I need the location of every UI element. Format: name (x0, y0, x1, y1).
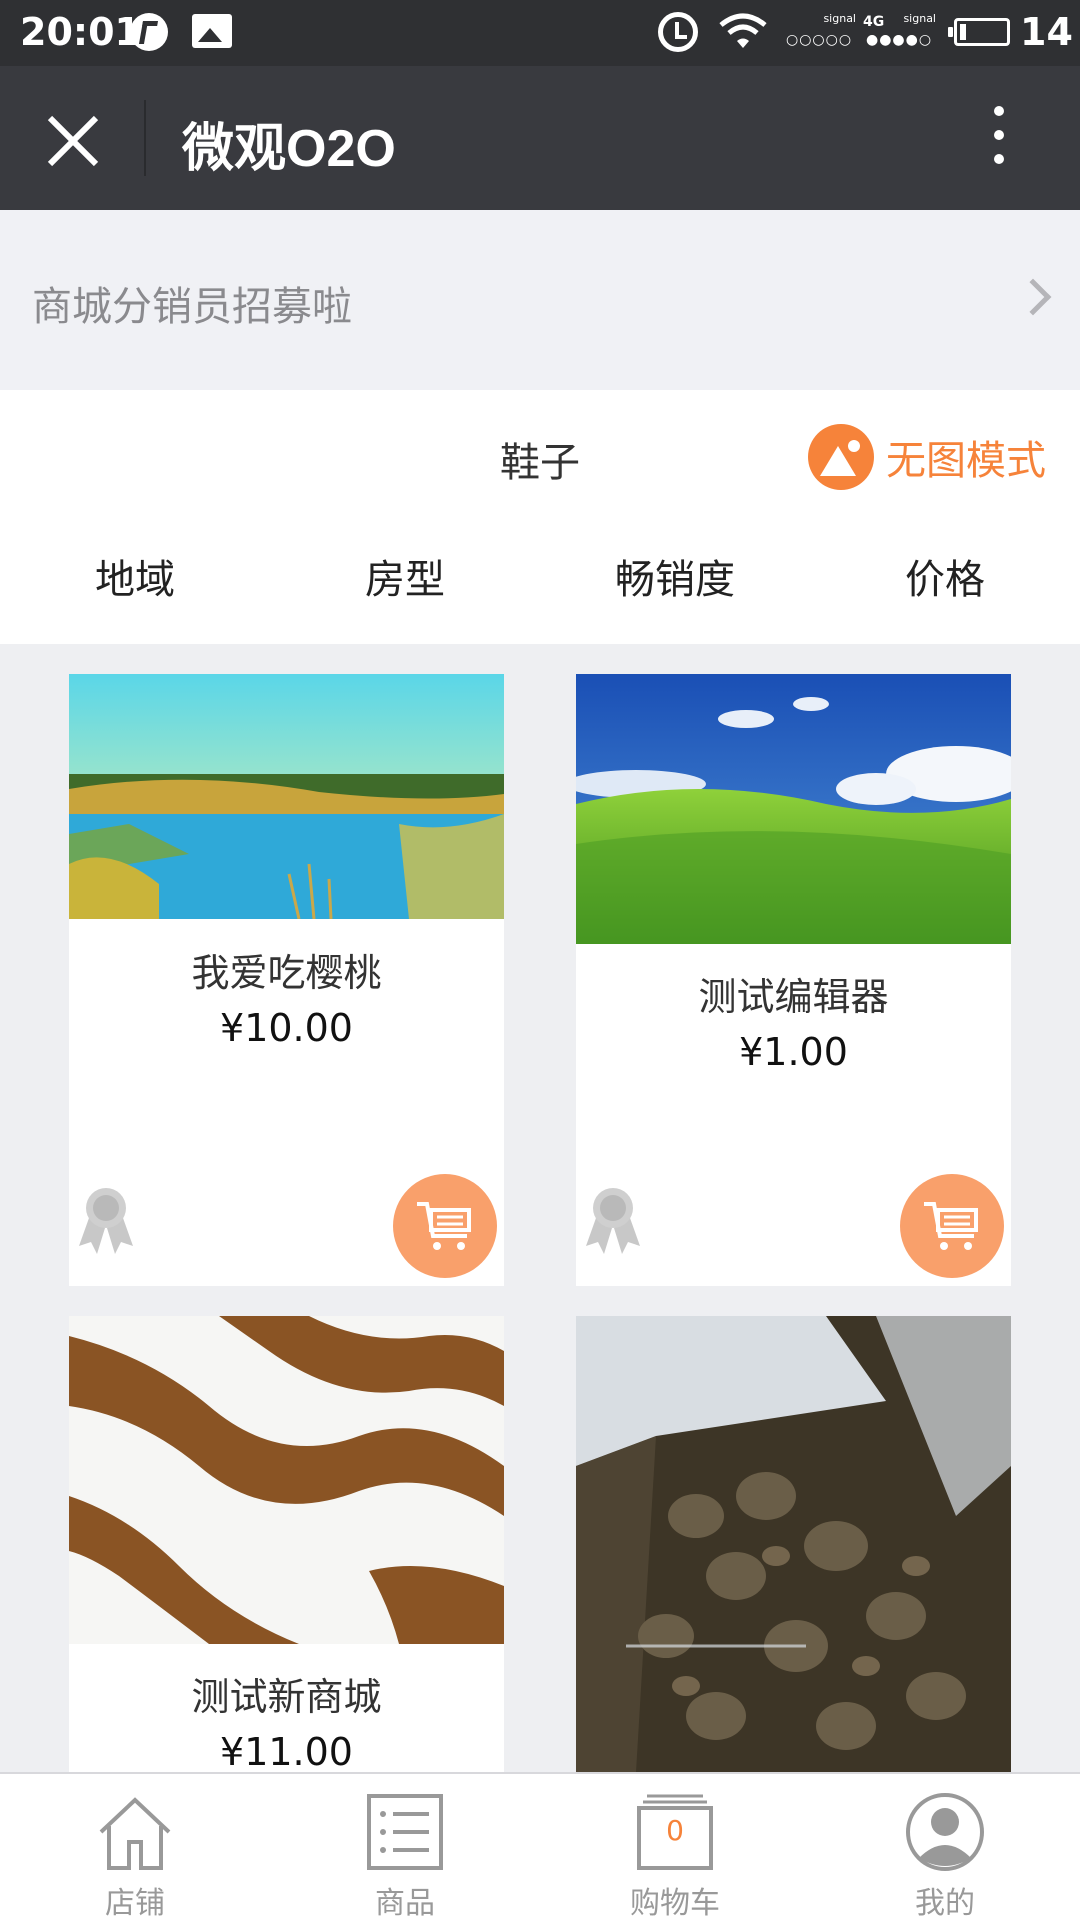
product-price: ¥10.00 (220, 1006, 353, 1050)
alarm-icon (658, 12, 698, 52)
category-header: 鞋子 无图模式 地域 房型 畅销度 价格 (0, 390, 1080, 644)
filter-room-type[interactable]: 房型 (270, 540, 540, 620)
music-icon (130, 13, 168, 51)
nav-cart[interactable]: 0 购物车 (540, 1774, 810, 1920)
cart-icon (924, 1202, 978, 1250)
nav-cart-label: 购物车 (630, 1886, 720, 1920)
status-time: 20:01 (20, 10, 141, 54)
signal-1-icon: signal ○○○○○ (786, 12, 856, 48)
battery-icon (948, 18, 1010, 46)
product-name: 测试编辑器 (698, 975, 889, 1019)
nav-profile[interactable]: 我的 (810, 1774, 1080, 1920)
page-title: 微观O2O (182, 120, 396, 178)
wifi-icon (719, 13, 767, 48)
app-screen: 20:01 signal ○○○○○ 4G signal ●●●●○ 14 微观… (0, 0, 1080, 1920)
signal-2-label: signal (903, 12, 936, 25)
banner-text: 商城分销员招募啦 (32, 284, 352, 330)
close-icon[interactable] (38, 106, 108, 176)
filter-bar: 地域 房型 畅销度 价格 (0, 540, 1080, 620)
nav-profile-label: 我的 (915, 1886, 975, 1920)
no-image-mode-label: 无图模式 (886, 438, 1046, 484)
title-bar: 微观O2O (0, 66, 1080, 210)
product-name: 我爱吃樱桃 (191, 951, 382, 995)
product-card[interactable]: 测试新商城 ¥11.00 (69, 1316, 504, 1772)
product-card[interactable] (576, 1316, 1011, 1772)
chevron-right-icon (1014, 278, 1052, 316)
filter-region[interactable]: 地域 (0, 540, 270, 620)
product-image-brown-waves (69, 1316, 504, 1644)
bottom-navigation: 店铺 商品 0 购物车 我的 (0, 1772, 1080, 1920)
award-badge-icon (79, 1188, 133, 1254)
battery-level: 14 (1020, 10, 1073, 54)
add-to-cart-button[interactable] (900, 1174, 1004, 1278)
status-bar: 20:01 signal ○○○○○ 4G signal ●●●●○ 14 (0, 0, 1080, 66)
no-image-mode-toggle[interactable]: 无图模式 (808, 422, 1046, 492)
nav-products-label: 商品 (375, 1886, 435, 1920)
cart-icon (417, 1202, 471, 1250)
product-price: ¥1.00 (739, 1030, 848, 1074)
list-icon (367, 1794, 443, 1870)
cart-count: 0 (666, 1814, 684, 1847)
product-image-green-hills (576, 674, 1011, 944)
title-divider (144, 100, 146, 176)
nav-shop[interactable]: 店铺 (0, 1774, 270, 1920)
filter-popularity[interactable]: 畅销度 (540, 540, 810, 620)
product-image-lake (69, 674, 504, 919)
product-image-taro-roots (576, 1316, 1011, 1772)
more-menu-icon[interactable] (994, 106, 1004, 176)
nav-shop-label: 店铺 (105, 1886, 165, 1920)
product-card[interactable]: 测试编辑器 ¥1.00 (576, 674, 1011, 1286)
nav-products[interactable]: 商品 (270, 1774, 540, 1920)
product-grid: 我爱吃樱桃 ¥10.00 测试编辑器 ¥1.00 测试新商城 ¥11.00 (0, 644, 1080, 1772)
recruit-banner[interactable]: 商城分销员招募啦 (0, 210, 1080, 390)
gallery-icon (192, 14, 232, 48)
mountain-icon (808, 424, 874, 490)
award-badge-icon (586, 1188, 640, 1254)
product-name: 测试新商城 (191, 1675, 382, 1719)
product-price: ¥11.00 (220, 1730, 353, 1772)
profile-icon (906, 1793, 984, 1871)
add-to-cart-button[interactable] (393, 1174, 497, 1278)
product-card[interactable]: 我爱吃樱桃 ¥10.00 (69, 674, 504, 1286)
home-icon (99, 1797, 171, 1870)
signal-2-icon: signal ●●●●○ (866, 12, 936, 48)
signal-1-label: signal (823, 12, 856, 25)
filter-price[interactable]: 价格 (810, 540, 1080, 620)
